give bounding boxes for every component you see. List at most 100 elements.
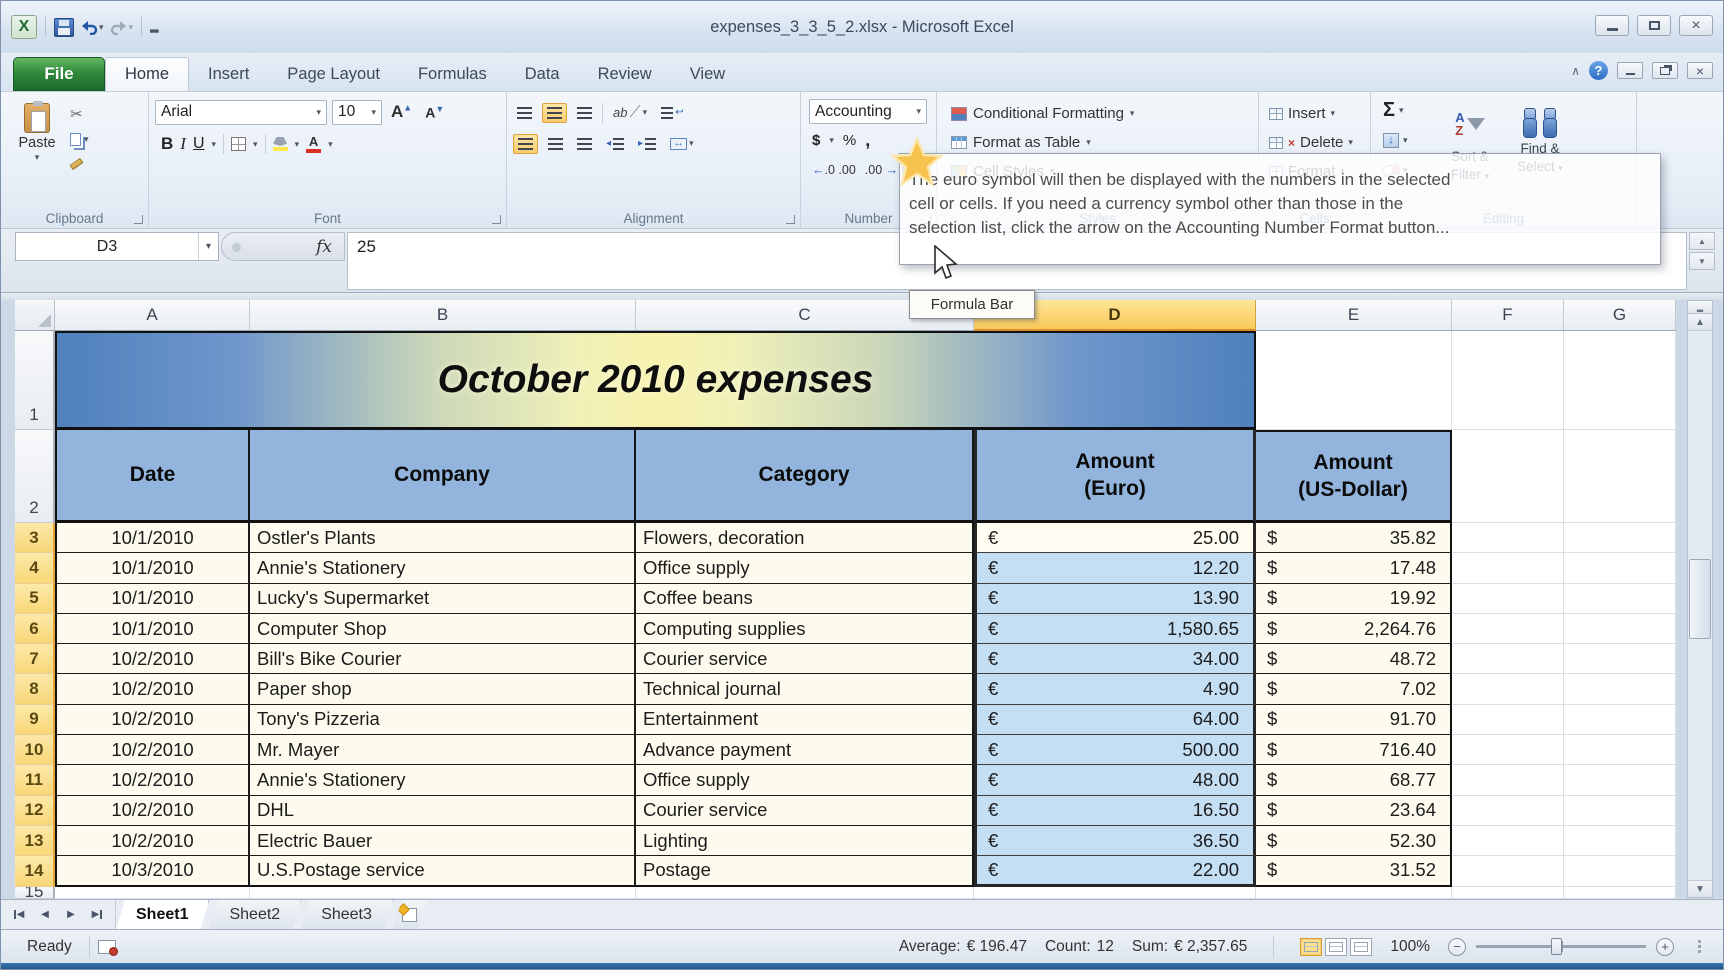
- row-header[interactable]: 7: [15, 644, 55, 675]
- chevron-down-icon[interactable]: ▾: [198, 233, 218, 260]
- zoom-track[interactable]: [1476, 938, 1646, 955]
- sheet-title-cell[interactable]: October 2010 expenses: [55, 331, 1256, 430]
- cell-empty[interactable]: [1452, 735, 1564, 766]
- cell-date[interactable]: 10/1/2010: [55, 583, 250, 614]
- cell-empty[interactable]: [1564, 765, 1676, 796]
- sheet-tab-sheet1[interactable]: Sheet1: [116, 900, 209, 929]
- chevron-down-icon[interactable]: ▾: [829, 136, 834, 145]
- cell-empty[interactable]: [1564, 674, 1676, 705]
- workbook-close-button[interactable]: ×: [1687, 62, 1713, 79]
- cell-empty[interactable]: [1564, 644, 1676, 675]
- align-right-button[interactable]: [573, 135, 596, 153]
- cell-date[interactable]: 10/2/2010: [55, 795, 250, 826]
- cell-empty[interactable]: [1564, 583, 1676, 614]
- row-header[interactable]: 3: [15, 523, 55, 554]
- cell-empty[interactable]: [1452, 886, 1564, 899]
- select-all-button[interactable]: [15, 300, 55, 331]
- cell-amount-euro[interactable]: € 500.00: [974, 735, 1256, 766]
- shrink-font-button[interactable]: A▼: [421, 104, 448, 121]
- cell-category[interactable]: Office supply: [636, 765, 974, 796]
- font-name-combo[interactable]: Arial ▾: [155, 99, 327, 125]
- cell-company[interactable]: Computer Shop: [250, 613, 636, 645]
- cell-category[interactable]: Office supply: [636, 553, 974, 584]
- chevron-down-icon[interactable]: ▾: [212, 139, 217, 149]
- workbook-restore-button[interactable]: [1652, 62, 1678, 79]
- split-handle[interactable]: ▂: [1688, 301, 1712, 314]
- cell-empty[interactable]: [1564, 704, 1676, 736]
- scroll-down-icon[interactable]: ▼: [1688, 880, 1712, 897]
- row-header[interactable]: 10: [15, 735, 55, 766]
- cell-amount-usd[interactable]: $ 7.02: [1256, 674, 1452, 705]
- formula-scroll-down-icon[interactable]: ▼: [1689, 252, 1715, 270]
- chevron-down-icon[interactable]: ▾: [916, 107, 921, 116]
- row-header[interactable]: 4: [15, 553, 55, 584]
- row-header[interactable]: 11: [15, 765, 55, 796]
- decrease-indent-button[interactable]: ◂: [602, 135, 628, 153]
- accounting-format-button[interactable]: $: [812, 132, 820, 149]
- underline-button[interactable]: U: [193, 135, 205, 153]
- align-middle-button[interactable]: [542, 102, 567, 123]
- name-box[interactable]: D3 ▾: [15, 232, 219, 261]
- cell-empty[interactable]: [1452, 795, 1564, 826]
- increase-indent-button[interactable]: ▸: [634, 135, 660, 153]
- help-icon[interactable]: ?: [1589, 61, 1608, 80]
- cell-date[interactable]: 10/2/2010: [55, 735, 250, 766]
- cell-category[interactable]: Technical journal: [636, 674, 974, 705]
- cell-company[interactable]: Tony's Pizzeria: [250, 704, 636, 736]
- tab-page-layout[interactable]: Page Layout: [268, 57, 399, 91]
- wrap-text-button[interactable]: ↩: [657, 104, 687, 122]
- maximize-button[interactable]: [1637, 15, 1671, 36]
- format-painter-button[interactable]: [67, 153, 109, 175]
- row-header-15[interactable]: 15: [15, 886, 55, 899]
- cell-empty[interactable]: [1564, 613, 1676, 645]
- cell-company[interactable]: U.S.Postage service: [250, 856, 636, 887]
- cell-date[interactable]: 10/2/2010: [55, 825, 250, 857]
- row-header-2[interactable]: 2: [15, 430, 55, 523]
- cell-amount-euro[interactable]: € 36.50: [974, 825, 1256, 857]
- header-date[interactable]: Date: [55, 430, 250, 523]
- bold-button[interactable]: B: [161, 134, 173, 154]
- font-size-combo[interactable]: 10 ▾: [332, 99, 382, 125]
- workbook-minimize-button[interactable]: [1617, 62, 1643, 79]
- cell-empty[interactable]: [1452, 644, 1564, 675]
- cell-empty[interactable]: [1564, 825, 1676, 857]
- header-company[interactable]: Company: [250, 430, 636, 523]
- tab-insert[interactable]: Insert: [189, 57, 268, 91]
- cell-company[interactable]: Electric Bauer: [250, 825, 636, 857]
- fill-color-button[interactable]: [272, 137, 288, 151]
- cell-empty[interactable]: [1452, 523, 1564, 554]
- previous-sheet-icon[interactable]: ◀: [33, 904, 57, 926]
- tab-view[interactable]: View: [671, 57, 744, 91]
- cell-empty[interactable]: [55, 886, 250, 899]
- cell-empty[interactable]: [636, 886, 974, 899]
- cell-empty[interactable]: [1564, 856, 1676, 887]
- row-header[interactable]: 9: [15, 704, 55, 736]
- align-center-button[interactable]: [544, 135, 567, 153]
- header-amount-euro[interactable]: Amount (Euro): [974, 430, 1256, 523]
- column-header-a[interactable]: A: [55, 300, 250, 331]
- tab-home[interactable]: Home: [105, 57, 190, 91]
- cell-amount-euro[interactable]: € 34.00: [974, 644, 1256, 675]
- cell-category[interactable]: Computing supplies: [636, 613, 974, 645]
- borders-icon[interactable]: [231, 137, 247, 151]
- minimize-ribbon-icon[interactable]: ∧: [1571, 64, 1580, 78]
- cell-category[interactable]: Courier service: [636, 795, 974, 826]
- tab-file[interactable]: File: [13, 57, 105, 91]
- cut-button[interactable]: ✂: [67, 103, 109, 125]
- zoom-level[interactable]: 100%: [1390, 938, 1430, 956]
- cell-empty[interactable]: [1564, 886, 1676, 899]
- cell-empty[interactable]: [1564, 735, 1676, 766]
- row-header[interactable]: 14: [15, 856, 55, 887]
- header-category[interactable]: Category: [636, 430, 974, 523]
- cell-amount-euro[interactable]: € 16.50: [974, 795, 1256, 826]
- page-break-view-button[interactable]: [1350, 937, 1373, 956]
- chevron-down-icon[interactable]: ▾: [371, 107, 376, 117]
- paste-button[interactable]: Paste ▾: [7, 97, 67, 208]
- alignment-dialog-launcher-icon[interactable]: [786, 215, 795, 224]
- last-sheet-icon[interactable]: ▶: [85, 904, 109, 926]
- cell-category[interactable]: Postage: [636, 856, 974, 887]
- cell-empty[interactable]: [1452, 856, 1564, 887]
- cell-empty[interactable]: [250, 886, 636, 899]
- cell-category[interactable]: Advance payment: [636, 735, 974, 766]
- increase-decimal-button[interactable]: ←.0 .00: [812, 163, 856, 177]
